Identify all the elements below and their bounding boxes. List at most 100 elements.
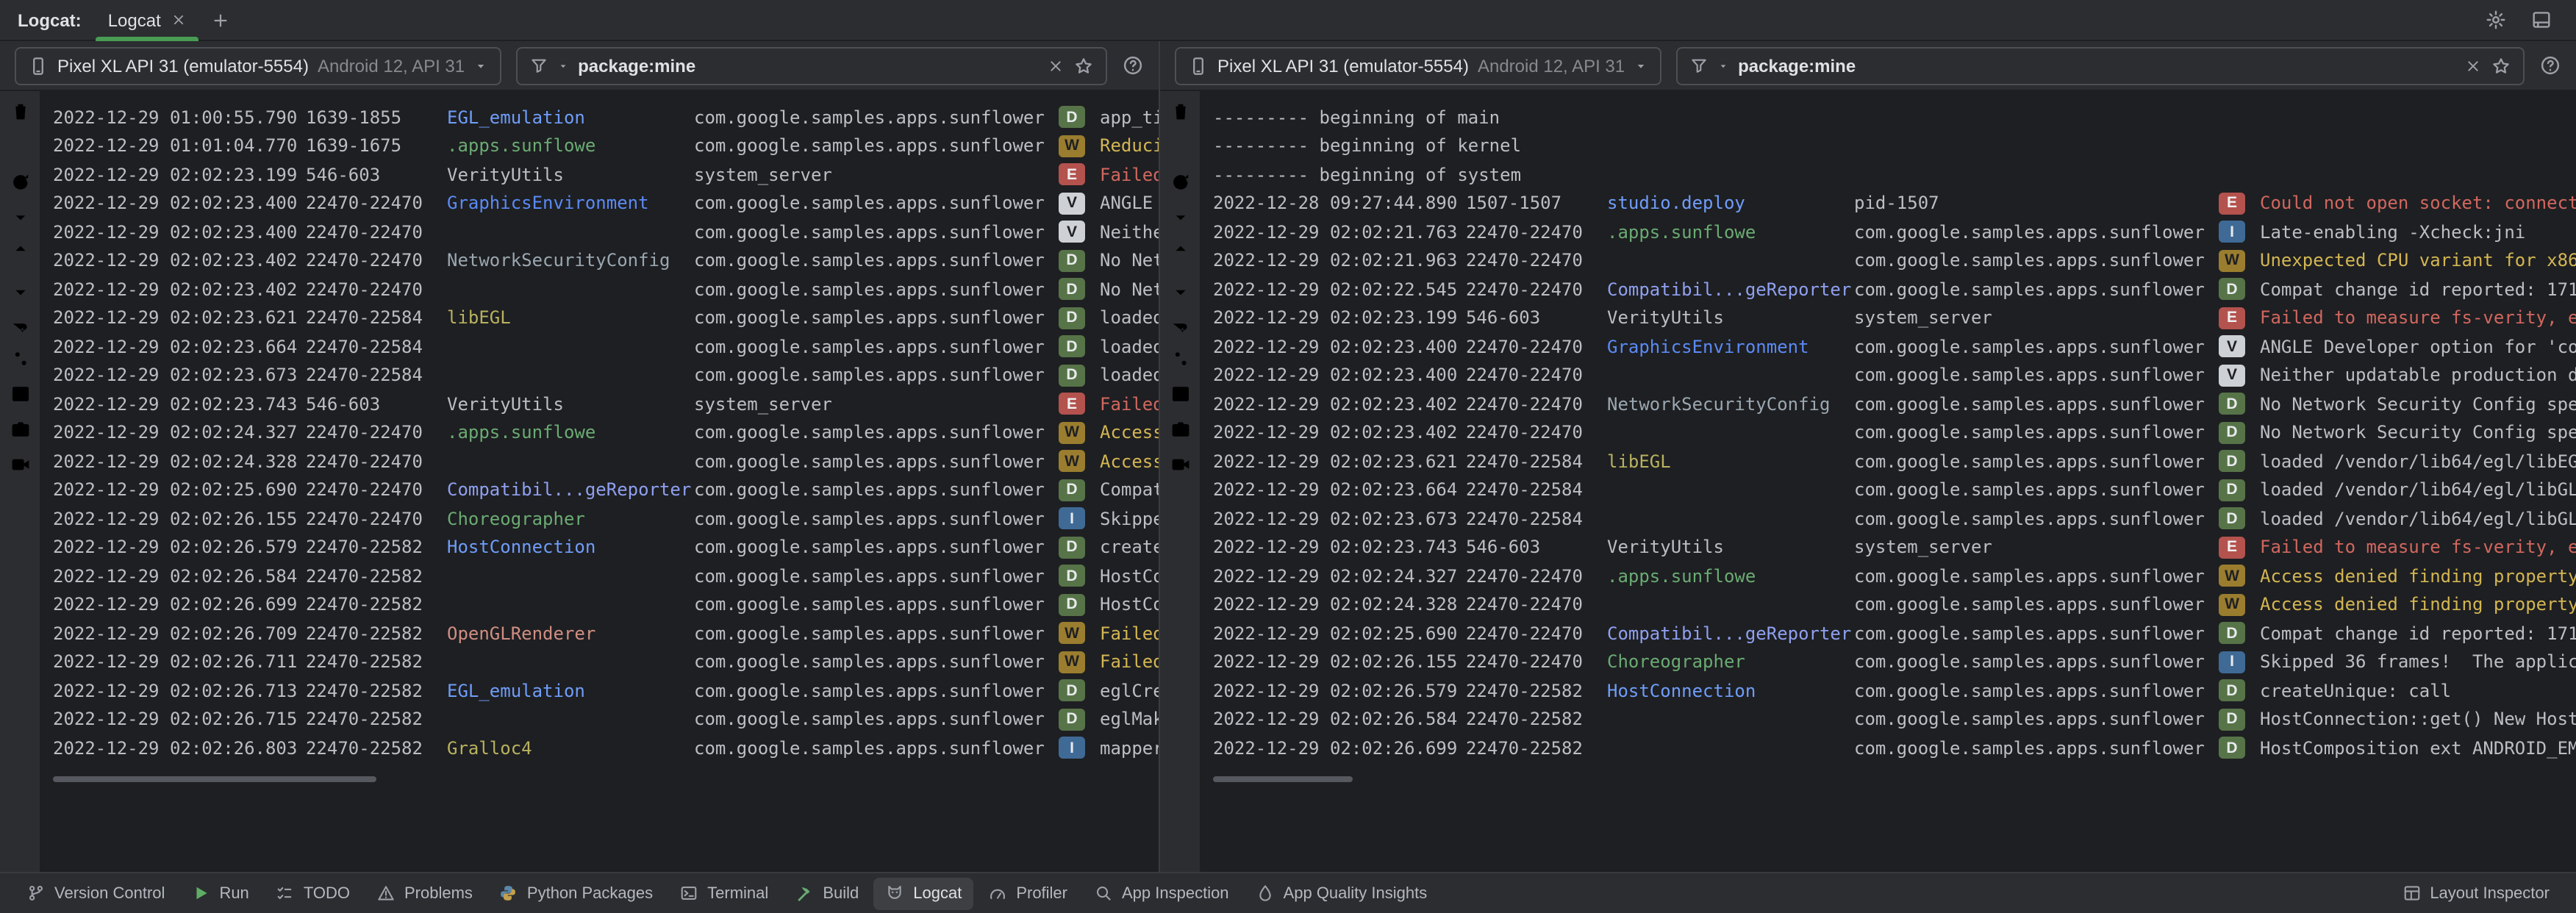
device-selector[interactable]: Pixel XL API 31 (emulator-5554) Android … (15, 46, 502, 85)
tab-logcat[interactable]: Logcat (93, 0, 202, 40)
log-row[interactable]: 2022-12-29 02:02:26.699 22470-22582 com.go… (1213, 734, 2576, 762)
camera-icon[interactable] (8, 418, 32, 441)
split-icon[interactable] (1168, 382, 1192, 406)
statusbar-item-layout-inspector[interactable]: Layout Inspector (2390, 877, 2561, 909)
log-row[interactable]: 2022-12-29 02:02:23.199 546-603 VerityUtil… (1213, 304, 2576, 332)
settings-icon[interactable] (1168, 347, 1192, 370)
log-row[interactable]: 2022-12-29 02:02:26.579 22470-22582 HostCo… (53, 533, 1159, 562)
log-row[interactable]: 2022-12-29 02:02:26.709 22470-22582 OpenGL… (53, 619, 1159, 648)
favorite-filter-icon[interactable] (2491, 55, 2511, 76)
filter-input[interactable]: package:mine (1676, 46, 2525, 85)
log-row[interactable]: 2022-12-29 02:02:25.690 22470-22470 Compat… (1213, 619, 2576, 648)
log-row[interactable]: 2022-12-29 02:02:26.155 22470-22470 Choreo… (53, 504, 1159, 533)
log-row[interactable]: 2022-12-29 02:02:23.400 22470-22470 com.go… (1213, 361, 2576, 390)
log-row[interactable]: 2022-12-29 02:02:23.743 546-603 VerityUtil… (53, 390, 1159, 418)
log-row[interactable]: 2022-12-29 02:02:23.673 22470-22584 com.go… (1213, 504, 2576, 533)
log-row[interactable]: 2022-12-29 02:02:23.402 22470-22470 com.go… (1213, 418, 2576, 447)
device-selector[interactable]: Pixel XL API 31 (emulator-5554) Android … (1175, 46, 1662, 85)
clear-filter-icon[interactable] (1047, 57, 1065, 74)
horizontal-scrollbar[interactable] (1213, 776, 1353, 782)
clear-filter-icon[interactable] (2464, 57, 2482, 74)
log-row[interactable]: 2022-12-29 02:02:23.402 22470-22470 Networ… (1213, 390, 2576, 418)
log-row[interactable]: 2022-12-29 02:02:26.579 22470-22582 HostCo… (1213, 676, 2576, 705)
log-row[interactable]: 2022-12-29 02:02:24.328 22470-22470 com.go… (1213, 590, 2576, 619)
log-row[interactable]: 2022-12-29 02:02:26.584 22470-22582 com.go… (1213, 705, 2576, 734)
arrow-down-icon[interactable] (1168, 276, 1192, 300)
log-row[interactable]: 2022-12-29 01:01:04.770 1639-1675 .apps.su… (53, 132, 1159, 160)
scroll-end-icon[interactable] (8, 206, 32, 229)
tab-close-icon[interactable] (171, 12, 187, 28)
statusbar-item-app-quality-insights[interactable]: App Quality Insights (1244, 877, 1439, 909)
log-row[interactable]: 2022-12-29 02:02:26.711 22470-22582 com.go… (53, 648, 1159, 676)
filter-input[interactable]: package:mine (516, 46, 1107, 85)
log-row[interactable]: 2022-12-29 02:02:23.621 22470-22584 libEGL… (1213, 447, 2576, 476)
log-row[interactable]: 2022-12-29 02:02:26.715 22470-22582 com.go… (53, 705, 1159, 734)
horizontal-scrollbar[interactable] (53, 776, 376, 782)
log-row[interactable]: 2022-12-29 02:02:24.327 22470-22470 .apps.… (53, 418, 1159, 447)
statusbar-item-todo[interactable]: TODO (264, 877, 362, 909)
statusbar-item-version-control[interactable]: Version Control (15, 877, 176, 909)
hide-toolwindow-icon[interactable] (2530, 9, 2552, 31)
log-row[interactable]: 2022-12-29 02:02:26.713 22470-22582 EGL_em… (53, 676, 1159, 705)
filter-query[interactable]: package:mine (578, 55, 1038, 76)
log-row[interactable]: 2022-12-29 02:02:25.690 22470-22470 Compat… (53, 476, 1159, 504)
arrow-up-icon[interactable] (1168, 241, 1192, 265)
log-row[interactable]: 2022-12-29 02:02:24.327 22470-22470 .apps.… (1213, 562, 2576, 590)
log-row[interactable]: 2022-12-29 02:02:23.199 546-603 VerityUtil… (53, 160, 1159, 189)
log-row[interactable]: 2022-12-29 02:02:23.400 22470-22470 Graphi… (1213, 332, 2576, 361)
log-row[interactable]: 2022-12-29 02:02:23.402 22470-22470 com.go… (53, 275, 1159, 304)
arrow-up-icon[interactable] (8, 241, 32, 265)
pause-icon[interactable] (1168, 135, 1192, 159)
new-tab-button[interactable] (211, 10, 232, 30)
soft-wrap-icon[interactable] (1168, 312, 1192, 335)
scroll-end-icon[interactable] (1168, 206, 1192, 229)
log-row[interactable]: 2022-12-29 02:02:24.328 22470-22470 com.go… (53, 447, 1159, 476)
filter-query[interactable]: package:mine (1738, 55, 2455, 76)
arrow-down-icon[interactable] (8, 276, 32, 300)
statusbar-item-terminal[interactable]: Terminal (668, 877, 780, 909)
log-row[interactable]: 2022-12-29 02:02:23.664 22470-22584 com.go… (1213, 476, 2576, 504)
split-icon[interactable] (8, 382, 32, 406)
log-row[interactable]: 2022-12-29 02:02:23.743 546-603 VerityUtil… (1213, 533, 2576, 562)
log-row[interactable]: 2022-12-29 02:02:23.402 22470-22470 Networ… (53, 246, 1159, 275)
video-icon[interactable] (1168, 453, 1192, 476)
trash-icon[interactable] (1168, 100, 1192, 123)
log-row[interactable]: 2022-12-29 02:02:26.584 22470-22582 com.go… (53, 562, 1159, 590)
log-divider-row[interactable]: --------- beginning of system (1213, 160, 2576, 189)
pause-icon[interactable] (8, 135, 32, 159)
video-icon[interactable] (8, 453, 32, 476)
log-row[interactable]: 2022-12-28 09:27:44.890 1507-1507 studio.d… (1213, 189, 2576, 218)
log-row[interactable]: 2022-12-29 02:02:23.621 22470-22584 libEGL… (53, 304, 1159, 332)
help-icon[interactable] (1122, 54, 1144, 76)
statusbar-item-python-packages[interactable]: Python Packages (487, 877, 665, 909)
settings-icon[interactable] (8, 347, 32, 370)
soft-wrap-icon[interactable] (8, 312, 32, 335)
restart-icon[interactable] (1168, 171, 1192, 194)
log-row[interactable]: 2022-12-29 02:02:23.400 22470-22470 com.go… (53, 218, 1159, 246)
log-divider-row[interactable]: --------- beginning of main (1213, 103, 2576, 132)
log-row[interactable]: 2022-12-29 02:02:26.803 22470-22582 Grallo… (53, 734, 1159, 762)
restart-icon[interactable] (8, 171, 32, 194)
statusbar-item-logcat[interactable]: Logcat (873, 877, 974, 909)
log-row[interactable]: 2022-12-29 02:02:23.673 22470-22584 com.go… (53, 361, 1159, 390)
camera-icon[interactable] (1168, 418, 1192, 441)
trash-icon[interactable] (8, 100, 32, 123)
statusbar-item-profiler[interactable]: Profiler (976, 877, 1079, 909)
filter-funnel-icon[interactable] (1689, 56, 1709, 75)
log-row[interactable]: 2022-12-29 02:02:21.963 22470-22470 com.go… (1213, 246, 2576, 275)
log-divider-row[interactable]: --------- beginning of kernel (1213, 132, 2576, 160)
statusbar-item-build[interactable]: Build (783, 877, 870, 909)
log-row[interactable]: 2022-12-29 01:00:55.790 1639-1855 EGL_emul… (53, 103, 1159, 132)
log-row[interactable]: 2022-12-29 02:02:23.664 22470-22584 com.go… (53, 332, 1159, 361)
statusbar-item-problems[interactable]: Problems (365, 877, 484, 909)
statusbar-item-run[interactable]: Run (179, 877, 260, 909)
log-row[interactable]: 2022-12-29 02:02:23.400 22470-22470 Graphi… (53, 189, 1159, 218)
filter-funnel-icon[interactable] (529, 56, 548, 75)
log-row[interactable]: 2022-12-29 02:02:26.699 22470-22582 com.go… (53, 590, 1159, 619)
log-row[interactable]: 2022-12-29 02:02:22.545 22470-22470 Compat… (1213, 275, 2576, 304)
help-icon[interactable] (2539, 54, 2561, 76)
log-row[interactable]: 2022-12-29 02:02:21.763 22470-22470 .apps.… (1213, 218, 2576, 246)
log-row[interactable]: 2022-12-29 02:02:26.155 22470-22470 Choreo… (1213, 648, 2576, 676)
settings-gear-icon[interactable] (2485, 9, 2507, 31)
statusbar-item-app-inspection[interactable]: App Inspection (1082, 877, 1241, 909)
